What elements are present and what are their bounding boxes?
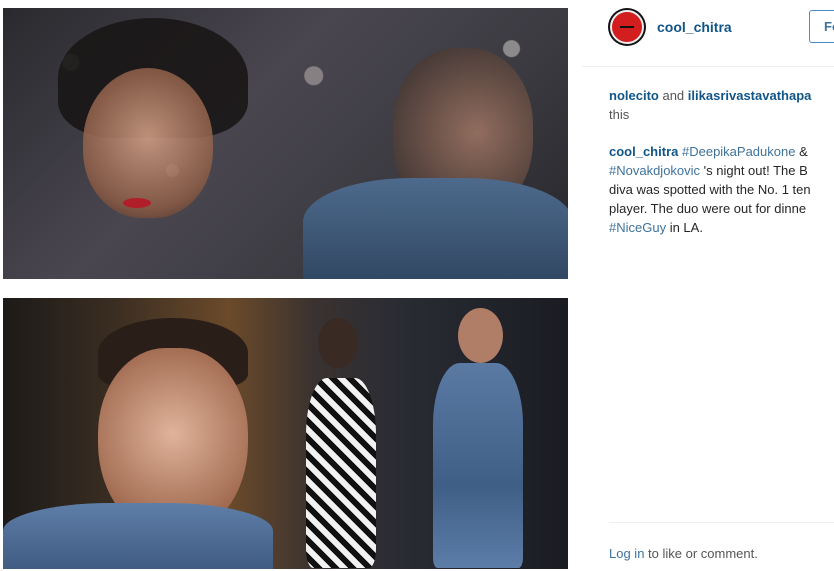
post-image[interactable] [0, 0, 582, 571]
caption-line2-rest: 's night out! The B [700, 163, 808, 178]
avatar-logo [610, 10, 644, 44]
likes-and: and [662, 88, 685, 103]
man-denim-shirt [303, 178, 568, 279]
caption-line5-rest: in LA. [666, 220, 703, 235]
author-username[interactable]: cool_chitra [657, 19, 732, 35]
login-link[interactable]: Log in [609, 546, 644, 561]
woman-in-dress [288, 318, 388, 568]
woman-dress [306, 378, 376, 568]
post-header: cool_chitra Fo [582, 0, 834, 67]
login-prompt: Log in to like or comment. [609, 546, 758, 561]
hashtag-niceguy[interactable]: #NiceGuy [609, 220, 666, 235]
woman-face [83, 68, 213, 218]
hashtag-novakdjokovic[interactable]: #Novakdjokovic [609, 163, 700, 178]
man-walking-head [458, 308, 503, 363]
photo-bottom-street [3, 298, 568, 569]
hashtag-deepikapadukone[interactable]: #DeepikaPadukone [682, 144, 795, 159]
likes-line: nolecito and ilikasrivastavathapa this [609, 86, 834, 124]
woman-head [318, 318, 358, 368]
photo-top-night-car [3, 8, 568, 279]
caption-username[interactable]: cool_chitra [609, 144, 678, 159]
caption-line1-rest: & [795, 144, 808, 159]
man-walking [423, 308, 533, 568]
like-user-2[interactable]: ilikasrivastavathapa [688, 88, 812, 103]
post-caption: cool_chitra #DeepikaPadukone & #Novakdjo… [609, 142, 834, 237]
post-side-panel: cool_chitra Fo nolecito and ilikasrivast… [582, 0, 834, 571]
likes-suffix: this [609, 107, 630, 122]
follow-button[interactable]: Fo [809, 10, 834, 43]
footer-divider [609, 522, 834, 523]
login-rest: to like or comment. [644, 546, 758, 561]
man-closeup-shirt [3, 503, 273, 569]
caption-line3: diva was spotted with the No. 1 ten [609, 182, 811, 197]
caption-line4: player. The duo were out for dinne [609, 201, 807, 216]
man-walking-body [433, 363, 523, 568]
woman-lips [123, 198, 151, 208]
like-user-1[interactable]: nolecito [609, 88, 659, 103]
profile-avatar-icon[interactable] [608, 8, 646, 46]
